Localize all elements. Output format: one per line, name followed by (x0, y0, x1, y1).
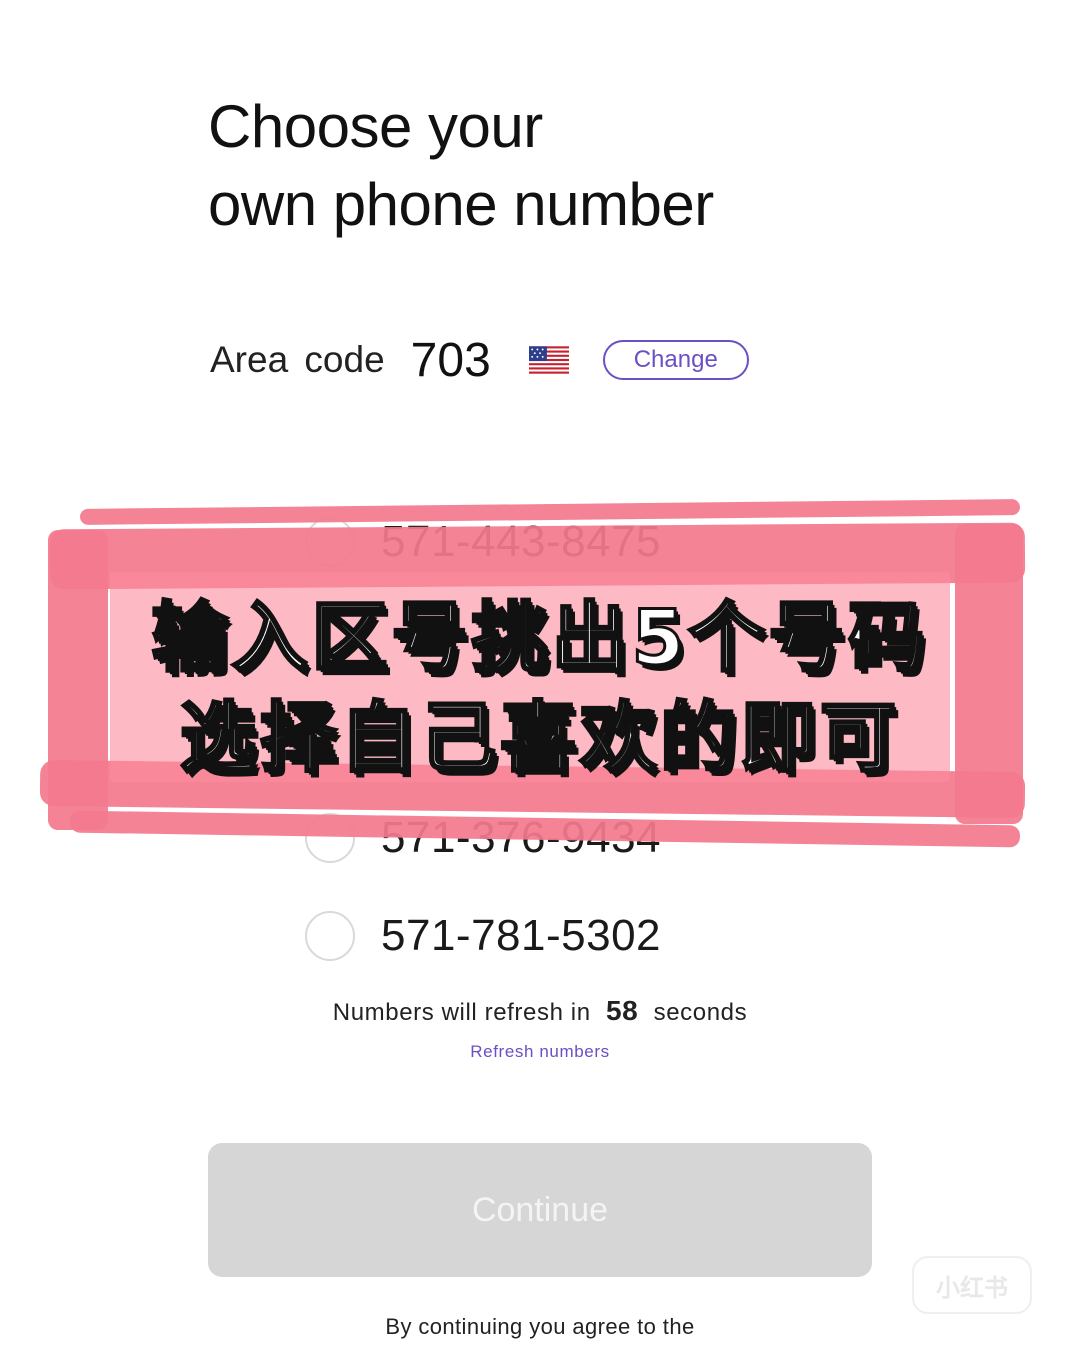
phone-number-text: 571-376-9434 (381, 813, 662, 862)
number-option[interactable]: 571-781-5302 (305, 908, 661, 964)
xiaohongshu-watermark: 小红书 (912, 1256, 1032, 1314)
refresh-numbers-link[interactable]: Refresh numbers (0, 1042, 1080, 1062)
refresh-suffix: seconds (653, 999, 748, 1026)
phone-number-text: 571-781-5302 (381, 911, 662, 960)
refresh-seconds: 58 (605, 995, 639, 1026)
number-option[interactable]: 571-443-8475 (305, 514, 661, 570)
refresh-countdown: Numbers will refresh in 58 seconds (0, 995, 1080, 1027)
phone-number-text: 571-443-8475 (381, 517, 662, 566)
number-option[interactable]: 571-376-9434 (305, 810, 661, 866)
legal-text: By continuing you agree to the (385, 1314, 695, 1339)
radio-button[interactable] (305, 517, 355, 567)
continue-button[interactable]: Continue (208, 1143, 872, 1277)
refresh-prefix: Numbers will refresh in (332, 999, 591, 1026)
overlay-banner-line-1: 输入区号挑出5个号码 (150, 592, 929, 683)
phone-number-list: 571-443-8475 571-376-9434 571-781-5302 (305, 0, 805, 1000)
radio-button[interactable] (305, 911, 355, 961)
radio-button[interactable] (305, 813, 355, 863)
overlay-banner-line-2: 选择自己喜欢的即可 (179, 692, 900, 783)
